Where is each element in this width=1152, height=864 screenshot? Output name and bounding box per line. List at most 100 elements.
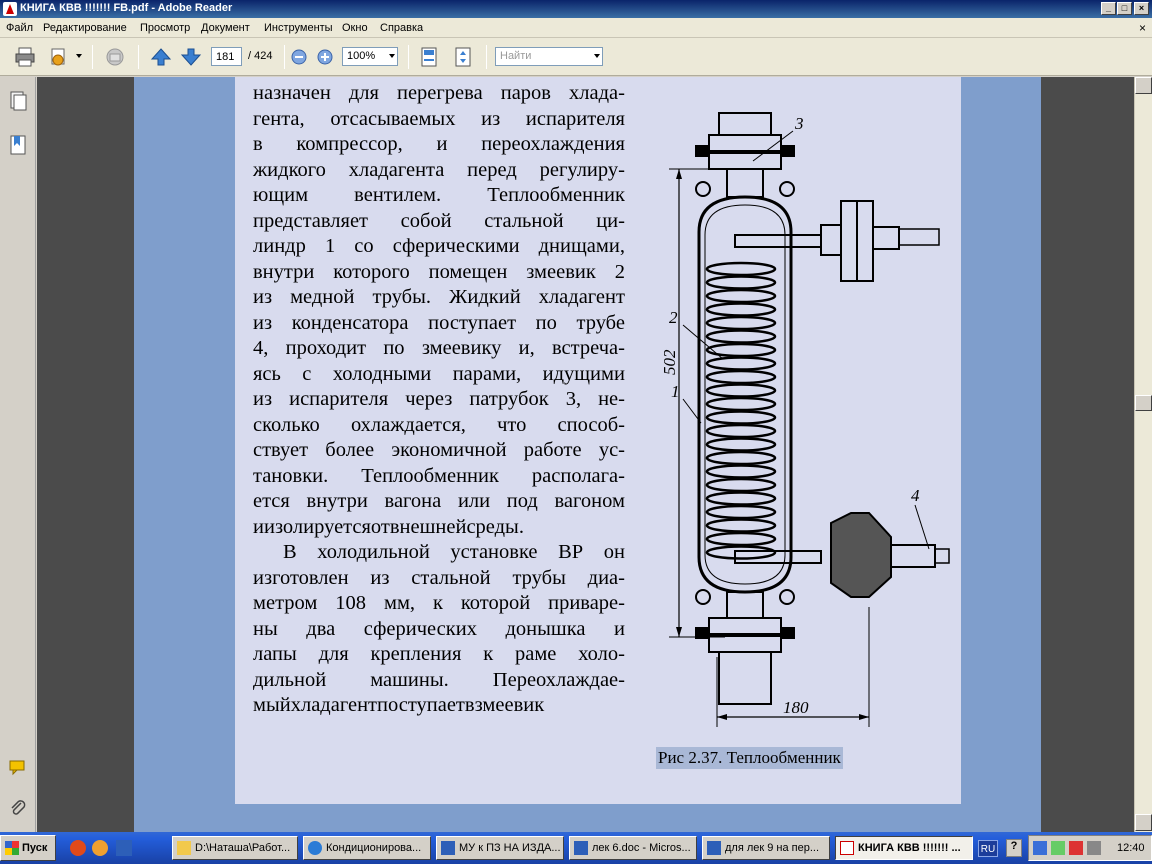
language-indicator[interactable]: RU (978, 840, 998, 857)
maximize-button[interactable]: □ (1117, 2, 1132, 15)
coil-turn (705, 302, 777, 317)
text-line: тановки. Теплообменник располага- (253, 464, 625, 487)
text-line: мый хладагент поступает в змеевик (253, 694, 545, 716)
task-button-word-2[interactable]: лек 6.doc - Micros... (569, 836, 697, 860)
bottom-nozzle (718, 651, 772, 705)
mail-icon[interactable] (92, 840, 108, 856)
chevron-down-icon (594, 54, 600, 58)
menu-file[interactable]: Файл (6, 22, 33, 34)
volume-icon[interactable] (1087, 841, 1101, 855)
help-icon[interactable]: ? (1006, 839, 1022, 857)
text-line: метром 108 мм, к которой приваре- (253, 592, 625, 614)
toolbar-separator (486, 45, 487, 69)
menu-edit[interactable]: Редактирование (43, 22, 127, 34)
top-flange (708, 152, 782, 170)
word-icon[interactable] (116, 840, 132, 856)
text-line: ствует более экономичной работе ус- (253, 439, 625, 461)
task-label: лек 6.doc - Micros... (592, 842, 691, 854)
network-icon[interactable] (1033, 841, 1047, 855)
coil-turn (705, 275, 777, 290)
menu-document[interactable]: Документ (201, 22, 250, 34)
scroll-thumb[interactable] (1135, 395, 1152, 411)
task-label: для лек 9 на пер... (725, 842, 820, 854)
menu-help[interactable]: Справка (380, 22, 423, 34)
email-dropdown-icon[interactable] (76, 54, 82, 58)
previous-page-icon[interactable] (150, 46, 172, 68)
ie-icon (308, 841, 322, 855)
upper-pipe-nut (820, 224, 842, 256)
text-line: из конденсатора поступает по трубе (253, 311, 625, 334)
email-attach-icon[interactable] (48, 46, 70, 68)
text-line: представляет собой стальной ци- (253, 209, 625, 232)
opera-icon[interactable] (70, 840, 86, 856)
dimension-label-width: 180 (783, 698, 809, 717)
close-button[interactable]: × (1134, 2, 1149, 15)
coil-turn (705, 396, 777, 412)
flange-bolt (781, 627, 795, 639)
task-button-word-1[interactable]: МУ к ПЗ НА ИЗДА... (436, 836, 564, 860)
document-area[interactable]: назначен для перегрева паров хлада-гента, отс… (37, 77, 1134, 832)
minimize-button[interactable]: _ (1101, 2, 1116, 15)
toolbar-separator (92, 45, 93, 69)
task-button-folder[interactable]: D:\Наташа\Работ... (172, 836, 298, 860)
attachments-icon[interactable] (9, 799, 27, 819)
antivirus-icon[interactable] (1069, 841, 1083, 855)
leader-line-4 (914, 504, 930, 550)
text-line: жидкого хладагента перед регулиру- (253, 158, 625, 181)
bottom-pipe (726, 591, 764, 619)
print-icon[interactable] (14, 46, 36, 68)
search-input[interactable]: Найти (495, 47, 603, 66)
text-line: сколько охлаждается, что способ- (253, 413, 625, 436)
bookmarks-icon[interactable] (9, 135, 27, 155)
text-line: изготовлен из стальной трубы диа- (253, 566, 625, 589)
taskbar: Пуск D:\Наташа\Работ... Кондиционирова..… (0, 832, 1152, 864)
mounting-lug (695, 589, 711, 605)
tray-app-icon[interactable] (1051, 841, 1065, 855)
body-text: назначен для перегрева паров хлада-гента, отс… (253, 81, 625, 719)
page-number-input[interactable] (211, 47, 242, 66)
menu-view[interactable]: Просмотр (140, 22, 190, 34)
coil-turn (705, 329, 777, 344)
start-button[interactable]: Пуск (0, 835, 56, 861)
zoom-in-icon[interactable] (316, 48, 334, 66)
scroll-up-button[interactable] (1135, 77, 1152, 94)
collaborate-icon[interactable] (104, 46, 126, 68)
dimension-arrow (676, 627, 682, 637)
task-button-word-3[interactable]: для лек 9 на пер... (702, 836, 830, 860)
page-total: / 424 (248, 50, 273, 62)
text-line: ющим вентилем. Теплообменник (253, 184, 625, 206)
clock: 12:40 (1117, 842, 1145, 854)
zoom-select[interactable]: 100% (342, 47, 398, 66)
fit-page-icon[interactable] (452, 46, 474, 68)
fit-width-icon[interactable] (418, 46, 440, 68)
figure-caption: Рис 2.37. Теплообменник (656, 747, 843, 769)
adobe-reader-icon (3, 2, 17, 16)
mounting-lug (779, 181, 795, 197)
comments-icon[interactable] (9, 757, 27, 777)
menu-bar: Файл Редактирование Просмотр Документ Ин… (0, 18, 1152, 38)
menu-window[interactable]: Окно (342, 22, 368, 34)
document-close-icon[interactable]: × (1139, 21, 1146, 35)
task-button-adobe-reader[interactable]: КНИГА КВВ !!!!!!! ... (835, 836, 973, 860)
upper-flange (840, 200, 858, 282)
navigation-pane (0, 77, 36, 832)
zoom-out-icon[interactable] (290, 48, 308, 66)
coil-turn (705, 288, 777, 304)
mounting-lug (779, 589, 795, 605)
top-nozzle (718, 112, 772, 136)
vertical-scrollbar[interactable] (1134, 77, 1152, 832)
next-page-icon[interactable] (180, 46, 202, 68)
scroll-down-button[interactable] (1135, 814, 1152, 831)
chevron-down-icon (389, 54, 395, 58)
bottom-flange (708, 617, 782, 635)
menu-tools[interactable]: Инструменты (264, 22, 333, 34)
task-button-browser[interactable]: Кондиционирова... (303, 836, 431, 860)
label-2: 2 (669, 308, 678, 327)
search-placeholder: Найти (500, 50, 532, 62)
system-tray: 12:40 (1028, 835, 1152, 861)
coil-turn (705, 356, 777, 371)
pages-icon[interactable] (9, 91, 27, 111)
word-icon (707, 841, 721, 855)
folder-icon (177, 841, 191, 855)
upper-outlet-pipe (734, 234, 822, 248)
